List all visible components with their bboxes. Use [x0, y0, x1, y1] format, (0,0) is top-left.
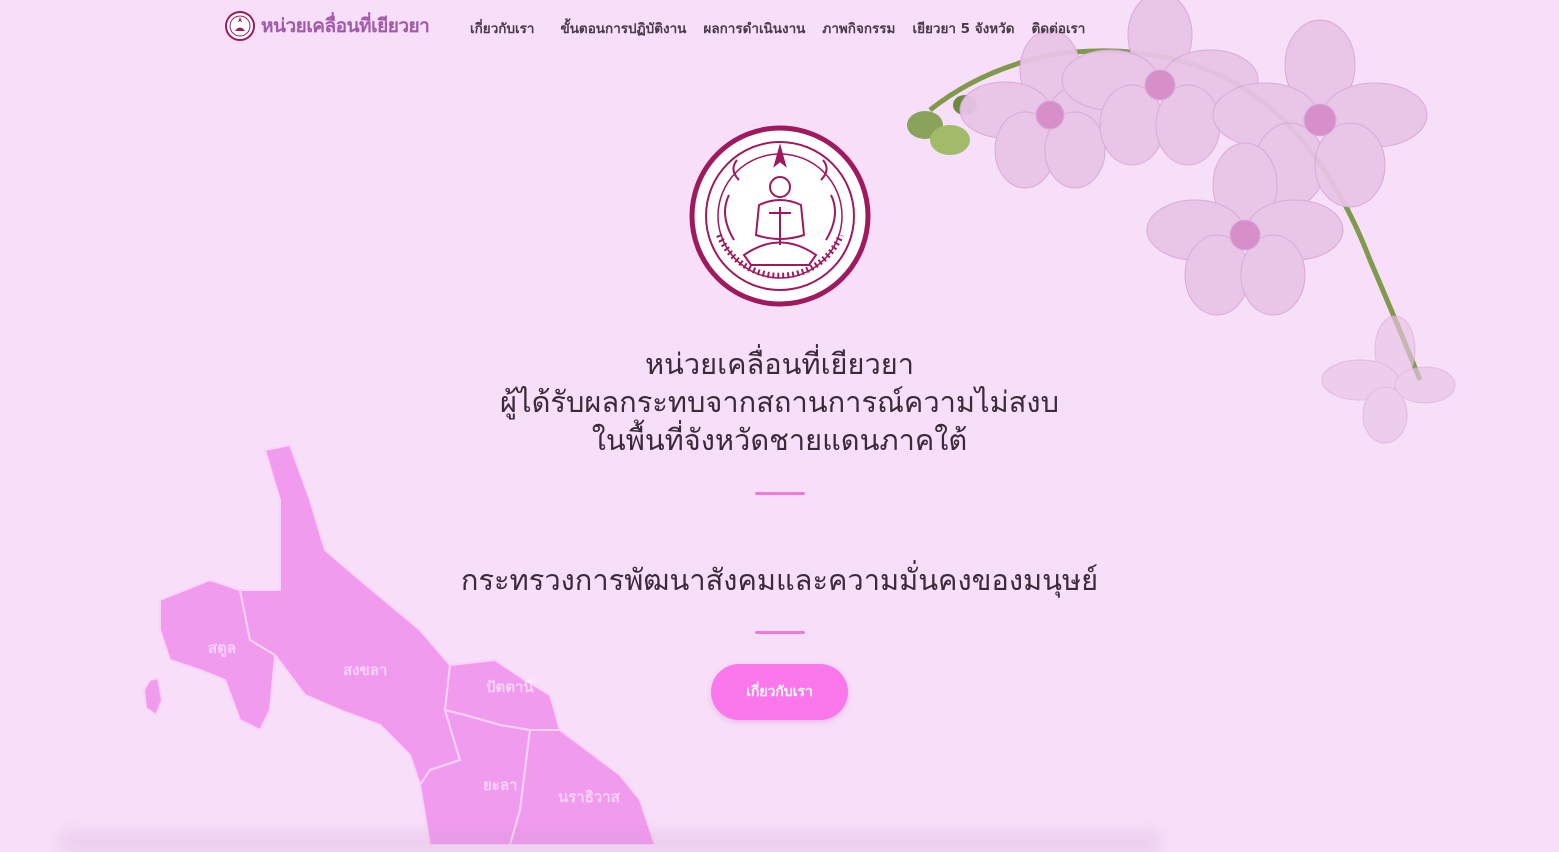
hero-title-line-3: ในพื้นที่จังหวัดชายแดนภาคใต้ [591, 423, 968, 457]
map-label-yala: ยะลา [483, 776, 517, 794]
ministry-seal-logo [689, 125, 871, 307]
about-us-button[interactable]: เกี่ยวกับเรา [711, 664, 848, 720]
divider-bottom [755, 631, 805, 634]
nav-item-gallery[interactable]: ภาพกิจกรรม [822, 17, 895, 39]
divider-top [755, 492, 805, 495]
map-label-narathiwat: นราธิวาส [558, 788, 621, 806]
hero-title-line-2: ผู้ได้รับผลกระทบจากสถานการณ์ความไม่สงบ [500, 385, 1059, 419]
hero-title-line-1: หน่วยเคลื่อนที่เยียวยา [644, 347, 915, 381]
map-label-pattani: ปัตตานี [486, 678, 534, 696]
hero-title: หน่วยเคลื่อนที่เยียวยา ผู้ได้รับผลกระทบจ… [0, 345, 1559, 459]
map-label-satun: สตูล [208, 639, 236, 658]
brand-title: หน่วยเคลื่อนที่เยียวยา [261, 15, 430, 37]
navbar: หน่วยเคลื่อนที่เยียวยา เกี่ยวกับเรา ขั้น… [0, 0, 1559, 56]
ministry-seal-icon [225, 11, 255, 41]
map-label-songkhla: สงขลา [343, 661, 387, 679]
nav-item-provinces[interactable]: เยียวยา 5 จังหวัด [912, 17, 1014, 39]
main-menu: เกี่ยวกับเรา ขั้นตอนการปฏิบัติงาน ผลการด… [470, 17, 1085, 39]
nav-item-about[interactable]: เกี่ยวกับเรา [470, 17, 534, 39]
southern-provinces-map: สตูล สงขลา ปัตตานี ยะลา นราธิวาส [142, 443, 657, 845]
map-island [142, 676, 164, 717]
nav-item-contact[interactable]: ติดต่อเรา [1032, 17, 1086, 39]
nav-item-procedure[interactable]: ขั้นตอนการปฏิบัติงาน [560, 17, 686, 39]
brand-link[interactable]: หน่วยเคลื่อนที่เยียวยา [225, 11, 430, 41]
nav-item-results[interactable]: ผลการดำเนินงาน [703, 17, 805, 39]
section-shadow [60, 832, 1160, 852]
map-region-songkhla [238, 443, 462, 788]
ministry-name: กระทรวงการพัฒนาสังคมและความมั่นคงของมนุษ… [460, 563, 1099, 597]
